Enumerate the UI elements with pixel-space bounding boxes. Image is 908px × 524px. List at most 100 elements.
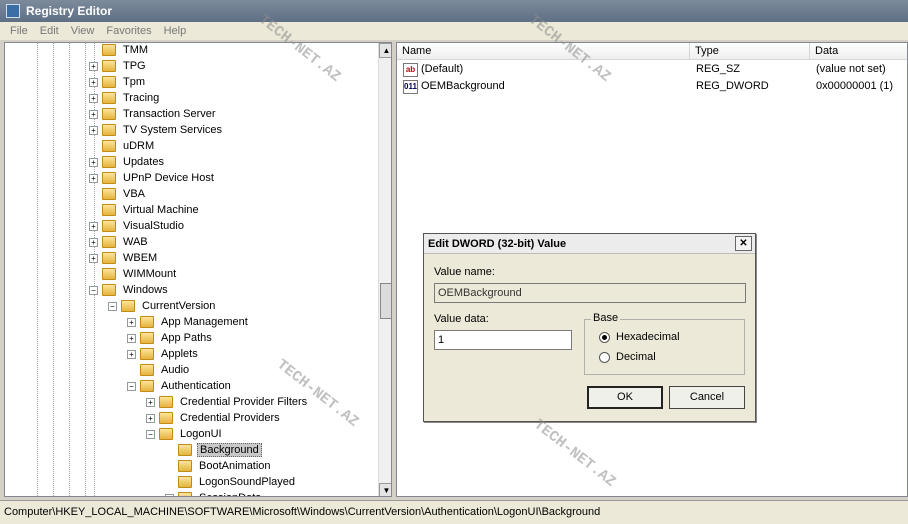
scrollbar-thumb[interactable] [380, 283, 391, 319]
tree-item[interactable]: − Windows [89, 282, 170, 298]
tree-item[interactable]: + Transaction Server [89, 106, 218, 122]
folder-icon [102, 268, 116, 280]
expand-plus-icon[interactable]: + [127, 349, 136, 359]
tree-item-label: Tracing [123, 92, 160, 104]
tree-item-label: CurrentVersion [142, 300, 216, 312]
expand-plus-icon[interactable]: + [127, 317, 136, 327]
value-data: (value not set) [816, 63, 886, 75]
tree-item[interactable]: + TPG [89, 58, 148, 74]
folder-icon [102, 284, 116, 296]
tree-item-label: Background [197, 443, 262, 457]
expand-plus-icon[interactable]: + [146, 397, 155, 407]
status-bar: Computer\HKEY_LOCAL_MACHINE\SOFTWARE\Mic… [0, 500, 908, 524]
ok-button[interactable]: OK [587, 386, 663, 409]
tree-item[interactable]: + TV System Services [89, 122, 224, 138]
folder-icon [102, 44, 116, 56]
tree-guide-line [85, 43, 86, 496]
tree-item[interactable]: + UPnP Device Host [89, 170, 216, 186]
column-header-name[interactable]: Name [397, 43, 690, 60]
menu-edit[interactable]: Edit [40, 25, 59, 37]
title-bar: Registry Editor [0, 0, 908, 22]
value-data-input[interactable]: 1 [434, 330, 572, 350]
expand-plus-icon[interactable]: + [89, 253, 98, 263]
tree-item[interactable]: + Applets [127, 346, 200, 362]
tree-item[interactable]: + Tracing [89, 90, 161, 106]
expand-plus-icon[interactable]: + [89, 125, 98, 135]
tree-item[interactable]: VBA [89, 186, 147, 202]
radio-button-icon[interactable] [599, 351, 610, 363]
dialog-title-bar: Edit DWORD (32-bit) Value ✕ [424, 234, 755, 254]
expand-plus-icon[interactable]: + [89, 61, 98, 71]
tree-item-label: Tpm [123, 76, 145, 88]
tree-item[interactable]: + Tpm [89, 74, 147, 90]
tree-item[interactable]: + WAB [89, 234, 150, 250]
scroll-up-arrow-icon[interactable]: ▲ [379, 43, 391, 58]
folder-icon [102, 140, 116, 152]
menu-help[interactable]: Help [164, 25, 187, 37]
folder-icon [121, 300, 135, 312]
collapse-minus-icon[interactable]: − [127, 381, 136, 391]
tree-item[interactable]: + Credential Provider Filters [146, 394, 309, 410]
folder-icon [178, 444, 192, 456]
value-data: 0x00000001 (1) [816, 80, 894, 92]
column-header-data[interactable]: Data [810, 43, 907, 60]
expand-plus-icon[interactable]: + [89, 77, 98, 87]
value-type: REG_SZ [696, 63, 741, 75]
tree-item-label: uDRM [123, 140, 155, 152]
tree-guide-line [53, 43, 54, 496]
tree-vertical-scrollbar[interactable]: ▲ ▼ [378, 43, 391, 496]
expand-plus-icon[interactable]: + [146, 413, 155, 423]
expand-plus-icon[interactable]: + [89, 93, 98, 103]
tree-item[interactable]: TMM [89, 43, 150, 58]
folder-icon [159, 396, 173, 408]
tree-item[interactable]: + Updates [89, 154, 166, 170]
collapse-minus-icon[interactable]: − [108, 301, 117, 311]
folder-icon [178, 476, 192, 488]
tree-item[interactable]: + VisualStudio [89, 218, 186, 234]
expand-plus-icon[interactable]: + [89, 109, 98, 119]
value-row[interactable]: ab (Default) REG_SZ (value not set) [397, 61, 907, 78]
tree-item[interactable]: − CurrentVersion [108, 298, 217, 314]
value-row[interactable]: 011 OEMBackground REG_DWORD 0x00000001 (… [397, 78, 907, 95]
tree-item[interactable]: WIMMount [89, 266, 178, 282]
column-header-type[interactable]: Type [690, 43, 810, 60]
base-groupbox: Base Hexadecimal Decimal [584, 312, 745, 375]
value-name-label: Value name: [434, 266, 495, 278]
collapse-minus-icon[interactable]: − [89, 285, 98, 295]
registry-tree[interactable]: ▲ ▼ TMM + TPG + Tpm + Tracing + Transaction Serv… [4, 42, 392, 497]
string-value-icon: ab [403, 62, 418, 77]
menu-file[interactable]: File [10, 25, 28, 37]
collapse-minus-icon[interactable]: − [146, 429, 155, 439]
tree-item[interactable]: Background [165, 442, 262, 458]
scroll-down-arrow-icon[interactable]: ▼ [379, 483, 391, 496]
expand-plus-icon[interactable]: + [127, 333, 136, 343]
menu-favorites[interactable]: Favorites [106, 25, 151, 37]
tree-item[interactable]: − Authentication [127, 378, 233, 394]
tree-item[interactable]: uDRM [89, 138, 156, 154]
tree-item-label: App Paths [161, 332, 212, 344]
tree-item[interactable]: + SessionData [165, 490, 263, 496]
tree-item[interactable]: LogonSoundPlayed [165, 474, 297, 490]
tree-item[interactable]: + Credential Providers [146, 410, 282, 426]
radio-button-checked-icon[interactable] [599, 331, 610, 343]
folder-icon [102, 92, 116, 104]
tree-item[interactable]: + WBEM [89, 250, 159, 266]
tree-item-label: LogonUI [180, 428, 222, 440]
tree-item[interactable]: − LogonUI [146, 426, 224, 442]
expand-plus-icon[interactable]: + [89, 173, 98, 183]
tree-item[interactable]: + App Paths [127, 330, 214, 346]
expand-plus-icon[interactable]: + [165, 493, 174, 496]
tree-item[interactable]: Virtual Machine [89, 202, 201, 218]
radio-hexadecimal[interactable]: Hexadecimal [599, 331, 680, 343]
radio-decimal[interactable]: Decimal [599, 351, 656, 363]
tree-item[interactable]: BootAnimation [165, 458, 273, 474]
tree-item[interactable]: + App Management [127, 314, 250, 330]
expand-plus-icon[interactable]: + [89, 157, 98, 167]
close-icon[interactable]: ✕ [735, 236, 752, 251]
expand-plus-icon[interactable]: + [89, 237, 98, 247]
tree-item[interactable]: Audio [127, 362, 191, 378]
cancel-button[interactable]: Cancel [669, 386, 745, 409]
menu-view[interactable]: View [71, 25, 95, 37]
value-name: OEMBackground [421, 80, 505, 92]
expand-plus-icon[interactable]: + [89, 221, 98, 231]
